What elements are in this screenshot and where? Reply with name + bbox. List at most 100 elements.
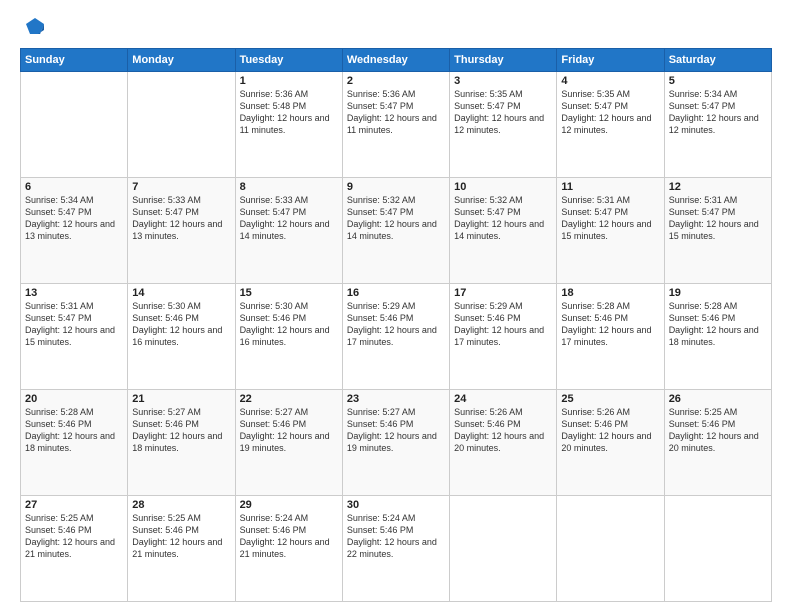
calendar-cell: 29Sunrise: 5:24 AM Sunset: 5:46 PM Dayli… <box>235 496 342 602</box>
calendar-cell: 1Sunrise: 5:36 AM Sunset: 5:48 PM Daylig… <box>235 72 342 178</box>
cell-info: Sunrise: 5:33 AM Sunset: 5:47 PM Dayligh… <box>240 194 338 243</box>
cell-info: Sunrise: 5:25 AM Sunset: 5:46 PM Dayligh… <box>25 512 123 561</box>
week-row-3: 13Sunrise: 5:31 AM Sunset: 5:47 PM Dayli… <box>21 284 772 390</box>
calendar-cell: 5Sunrise: 5:34 AM Sunset: 5:47 PM Daylig… <box>664 72 771 178</box>
cell-info: Sunrise: 5:34 AM Sunset: 5:47 PM Dayligh… <box>25 194 123 243</box>
calendar-cell: 26Sunrise: 5:25 AM Sunset: 5:46 PM Dayli… <box>664 390 771 496</box>
day-number: 29 <box>240 499 338 511</box>
cell-info: Sunrise: 5:31 AM Sunset: 5:47 PM Dayligh… <box>25 300 123 349</box>
cell-info: Sunrise: 5:24 AM Sunset: 5:46 PM Dayligh… <box>240 512 338 561</box>
header <box>20 16 772 38</box>
calendar-cell: 18Sunrise: 5:28 AM Sunset: 5:46 PM Dayli… <box>557 284 664 390</box>
cell-info: Sunrise: 5:27 AM Sunset: 5:46 PM Dayligh… <box>132 406 230 455</box>
day-number: 16 <box>347 287 445 299</box>
cell-info: Sunrise: 5:31 AM Sunset: 5:47 PM Dayligh… <box>561 194 659 243</box>
calendar-cell: 15Sunrise: 5:30 AM Sunset: 5:46 PM Dayli… <box>235 284 342 390</box>
calendar-cell: 10Sunrise: 5:32 AM Sunset: 5:47 PM Dayli… <box>450 178 557 284</box>
calendar-cell <box>664 496 771 602</box>
calendar-cell: 22Sunrise: 5:27 AM Sunset: 5:46 PM Dayli… <box>235 390 342 496</box>
cell-info: Sunrise: 5:35 AM Sunset: 5:47 PM Dayligh… <box>454 88 552 137</box>
cell-info: Sunrise: 5:29 AM Sunset: 5:46 PM Dayligh… <box>454 300 552 349</box>
cell-info: Sunrise: 5:36 AM Sunset: 5:48 PM Dayligh… <box>240 88 338 137</box>
weekday-header-row: SundayMondayTuesdayWednesdayThursdayFrid… <box>21 49 772 72</box>
cell-info: Sunrise: 5:32 AM Sunset: 5:47 PM Dayligh… <box>347 194 445 243</box>
day-number: 12 <box>669 181 767 193</box>
cell-info: Sunrise: 5:32 AM Sunset: 5:47 PM Dayligh… <box>454 194 552 243</box>
calendar-cell: 4Sunrise: 5:35 AM Sunset: 5:47 PM Daylig… <box>557 72 664 178</box>
day-number: 8 <box>240 181 338 193</box>
cell-info: Sunrise: 5:29 AM Sunset: 5:46 PM Dayligh… <box>347 300 445 349</box>
calendar-cell: 7Sunrise: 5:33 AM Sunset: 5:47 PM Daylig… <box>128 178 235 284</box>
day-number: 10 <box>454 181 552 193</box>
calendar-cell: 17Sunrise: 5:29 AM Sunset: 5:46 PM Dayli… <box>450 284 557 390</box>
day-number: 24 <box>454 393 552 405</box>
calendar-cell: 3Sunrise: 5:35 AM Sunset: 5:47 PM Daylig… <box>450 72 557 178</box>
calendar-cell: 30Sunrise: 5:24 AM Sunset: 5:46 PM Dayli… <box>342 496 449 602</box>
calendar-cell: 11Sunrise: 5:31 AM Sunset: 5:47 PM Dayli… <box>557 178 664 284</box>
day-number: 3 <box>454 75 552 87</box>
calendar-cell: 20Sunrise: 5:28 AM Sunset: 5:46 PM Dayli… <box>21 390 128 496</box>
calendar-cell: 9Sunrise: 5:32 AM Sunset: 5:47 PM Daylig… <box>342 178 449 284</box>
calendar-cell: 21Sunrise: 5:27 AM Sunset: 5:46 PM Dayli… <box>128 390 235 496</box>
day-number: 9 <box>347 181 445 193</box>
calendar-cell: 24Sunrise: 5:26 AM Sunset: 5:46 PM Dayli… <box>450 390 557 496</box>
day-number: 25 <box>561 393 659 405</box>
day-number: 19 <box>669 287 767 299</box>
cell-info: Sunrise: 5:30 AM Sunset: 5:46 PM Dayligh… <box>132 300 230 349</box>
calendar-cell <box>21 72 128 178</box>
calendar-cell: 14Sunrise: 5:30 AM Sunset: 5:46 PM Dayli… <box>128 284 235 390</box>
weekday-header-friday: Friday <box>557 49 664 72</box>
calendar-cell: 12Sunrise: 5:31 AM Sunset: 5:47 PM Dayli… <box>664 178 771 284</box>
day-number: 22 <box>240 393 338 405</box>
day-number: 27 <box>25 499 123 511</box>
day-number: 6 <box>25 181 123 193</box>
day-number: 5 <box>669 75 767 87</box>
logo-icon <box>24 16 46 38</box>
cell-info: Sunrise: 5:27 AM Sunset: 5:46 PM Dayligh… <box>240 406 338 455</box>
calendar-cell: 16Sunrise: 5:29 AM Sunset: 5:46 PM Dayli… <box>342 284 449 390</box>
day-number: 1 <box>240 75 338 87</box>
cell-info: Sunrise: 5:28 AM Sunset: 5:46 PM Dayligh… <box>561 300 659 349</box>
week-row-2: 6Sunrise: 5:34 AM Sunset: 5:47 PM Daylig… <box>21 178 772 284</box>
cell-info: Sunrise: 5:26 AM Sunset: 5:46 PM Dayligh… <box>454 406 552 455</box>
day-number: 18 <box>561 287 659 299</box>
day-number: 13 <box>25 287 123 299</box>
calendar-cell: 19Sunrise: 5:28 AM Sunset: 5:46 PM Dayli… <box>664 284 771 390</box>
cell-info: Sunrise: 5:33 AM Sunset: 5:47 PM Dayligh… <box>132 194 230 243</box>
calendar-cell <box>450 496 557 602</box>
day-number: 26 <box>669 393 767 405</box>
calendar-cell: 8Sunrise: 5:33 AM Sunset: 5:47 PM Daylig… <box>235 178 342 284</box>
weekday-header-thursday: Thursday <box>450 49 557 72</box>
calendar-cell: 23Sunrise: 5:27 AM Sunset: 5:46 PM Dayli… <box>342 390 449 496</box>
day-number: 14 <box>132 287 230 299</box>
calendar-cell: 6Sunrise: 5:34 AM Sunset: 5:47 PM Daylig… <box>21 178 128 284</box>
day-number: 21 <box>132 393 230 405</box>
calendar-table: SundayMondayTuesdayWednesdayThursdayFrid… <box>20 48 772 602</box>
weekday-header-sunday: Sunday <box>21 49 128 72</box>
cell-info: Sunrise: 5:25 AM Sunset: 5:46 PM Dayligh… <box>669 406 767 455</box>
weekday-header-wednesday: Wednesday <box>342 49 449 72</box>
logo <box>20 16 46 38</box>
cell-info: Sunrise: 5:28 AM Sunset: 5:46 PM Dayligh… <box>25 406 123 455</box>
cell-info: Sunrise: 5:34 AM Sunset: 5:47 PM Dayligh… <box>669 88 767 137</box>
cell-info: Sunrise: 5:31 AM Sunset: 5:47 PM Dayligh… <box>669 194 767 243</box>
cell-info: Sunrise: 5:26 AM Sunset: 5:46 PM Dayligh… <box>561 406 659 455</box>
cell-info: Sunrise: 5:27 AM Sunset: 5:46 PM Dayligh… <box>347 406 445 455</box>
day-number: 7 <box>132 181 230 193</box>
calendar-cell: 2Sunrise: 5:36 AM Sunset: 5:47 PM Daylig… <box>342 72 449 178</box>
day-number: 28 <box>132 499 230 511</box>
cell-info: Sunrise: 5:25 AM Sunset: 5:46 PM Dayligh… <box>132 512 230 561</box>
day-number: 11 <box>561 181 659 193</box>
cell-info: Sunrise: 5:30 AM Sunset: 5:46 PM Dayligh… <box>240 300 338 349</box>
week-row-4: 20Sunrise: 5:28 AM Sunset: 5:46 PM Dayli… <box>21 390 772 496</box>
week-row-1: 1Sunrise: 5:36 AM Sunset: 5:48 PM Daylig… <box>21 72 772 178</box>
weekday-header-saturday: Saturday <box>664 49 771 72</box>
cell-info: Sunrise: 5:28 AM Sunset: 5:46 PM Dayligh… <box>669 300 767 349</box>
calendar-cell: 13Sunrise: 5:31 AM Sunset: 5:47 PM Dayli… <box>21 284 128 390</box>
day-number: 2 <box>347 75 445 87</box>
cell-info: Sunrise: 5:35 AM Sunset: 5:47 PM Dayligh… <box>561 88 659 137</box>
calendar-cell <box>557 496 664 602</box>
cell-info: Sunrise: 5:24 AM Sunset: 5:46 PM Dayligh… <box>347 512 445 561</box>
calendar-cell: 27Sunrise: 5:25 AM Sunset: 5:46 PM Dayli… <box>21 496 128 602</box>
page: SundayMondayTuesdayWednesdayThursdayFrid… <box>0 0 792 612</box>
